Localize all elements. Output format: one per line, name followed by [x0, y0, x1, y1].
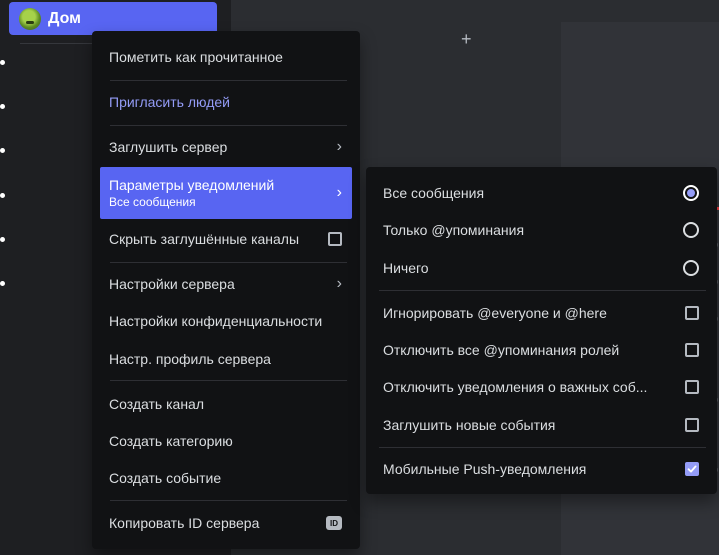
checkbox[interactable] [685, 343, 699, 357]
server-settings-item[interactable]: Настройки сервера › [100, 268, 352, 300]
create-category-item[interactable]: Создать категорию [100, 425, 352, 457]
privacy-settings-item[interactable]: Настройки конфиденциальности [100, 305, 352, 337]
hide-muted-checkbox[interactable] [328, 232, 342, 246]
mute-server-label: Заглушить сервер [109, 139, 228, 155]
create-channel-item[interactable]: Создать канал [100, 388, 352, 420]
menu-separator [110, 380, 347, 381]
checkbox-checked-icon[interactable] [685, 462, 699, 476]
radio-icon[interactable] [683, 260, 699, 276]
menu-separator [110, 500, 347, 501]
unread-dot [0, 237, 5, 242]
menu-separator [379, 447, 706, 448]
notify-all-messages-option[interactable]: Все сообщения [374, 177, 709, 209]
chevron-right-icon: › [336, 184, 342, 201]
unread-dot [0, 281, 5, 286]
hide-muted-channels-label: Скрыть заглушённые каналы [109, 231, 300, 247]
suppress-highlights-toggle[interactable]: Отключить уведомления о важных соб... [374, 371, 709, 403]
chevron-right-icon: › [336, 138, 342, 155]
toggle-label: Игнорировать @everyone и @here [383, 305, 607, 321]
mute-new-events-toggle[interactable]: Заглушить новые события [374, 409, 709, 441]
unread-dot [0, 193, 5, 198]
notification-settings-value: Все сообщения [109, 195, 196, 209]
mute-server-item[interactable]: Заглушить сервер › [100, 131, 352, 163]
option-label: Ничего [383, 260, 429, 276]
suppress-everyone-toggle[interactable]: Игнорировать @everyone и @here [374, 297, 709, 329]
suppress-role-mentions-toggle[interactable]: Отключить все @упоминания ролей [374, 334, 709, 366]
create-event-item[interactable]: Создать событие [100, 462, 352, 494]
unread-dot [0, 60, 5, 65]
add-icon[interactable]: + [461, 29, 472, 50]
mark-read-item[interactable]: Пометить как прочитанное [100, 41, 352, 73]
unread-dot [0, 148, 5, 153]
create-category-label: Создать категорию [109, 433, 233, 449]
option-label: Только @упоминания [383, 222, 525, 238]
unread-dot [0, 104, 5, 109]
toggle-label: Отключить уведомления о важных соб... [383, 379, 648, 395]
privacy-settings-label: Настройки конфиденциальности [109, 313, 323, 329]
menu-separator [379, 290, 706, 291]
chat-header [561, 0, 719, 22]
notification-submenu: Все сообщения Только @упоминания Ничего … [366, 167, 717, 494]
id-icon: ID [326, 516, 342, 530]
checkbox[interactable] [685, 418, 699, 432]
invite-people-item[interactable]: Пригласить людей [100, 86, 352, 118]
mobile-push-toggle[interactable]: Мобильные Push-уведомления [374, 453, 709, 485]
toggle-label: Мобильные Push-уведомления [383, 461, 587, 477]
checkbox[interactable] [685, 380, 699, 394]
guild-name: Дом [48, 9, 81, 27]
radio-selected-icon[interactable] [683, 185, 699, 201]
checkbox[interactable] [685, 306, 699, 320]
chevron-right-icon: › [336, 275, 342, 292]
toggle-label: Заглушить новые события [383, 417, 556, 433]
copy-server-id-label: Копировать ID сервера [109, 515, 260, 531]
notification-settings-label: Параметры уведомлений [109, 177, 275, 193]
server-context-menu: Пометить как прочитанное Пригласить люде… [92, 31, 360, 549]
create-event-label: Создать событие [109, 470, 222, 486]
edit-server-profile-label: Настр. профиль сервера [109, 351, 271, 367]
invite-people-label: Пригласить людей [109, 94, 230, 110]
menu-separator [110, 262, 347, 263]
notify-mentions-option[interactable]: Только @упоминания [374, 214, 709, 246]
mark-read-label: Пометить как прочитанное [109, 49, 283, 65]
guild-avatar [19, 7, 41, 30]
hide-muted-channels-item[interactable]: Скрыть заглушённые каналы [100, 223, 352, 255]
toggle-label: Отключить все @упоминания ролей [383, 342, 620, 358]
radio-icon[interactable] [683, 222, 699, 238]
notification-settings-item[interactable]: Параметры уведомлений Все сообщения › [100, 167, 352, 219]
copy-server-id-item[interactable]: Копировать ID сервера ID [100, 507, 352, 539]
menu-separator [110, 80, 347, 81]
notify-nothing-option[interactable]: Ничего [374, 252, 709, 284]
menu-separator [110, 125, 347, 126]
option-label: Все сообщения [383, 185, 485, 201]
server-settings-label: Настройки сервера [109, 276, 235, 292]
create-channel-label: Создать канал [109, 396, 204, 412]
edit-server-profile-item[interactable]: Настр. профиль сервера [100, 343, 352, 375]
